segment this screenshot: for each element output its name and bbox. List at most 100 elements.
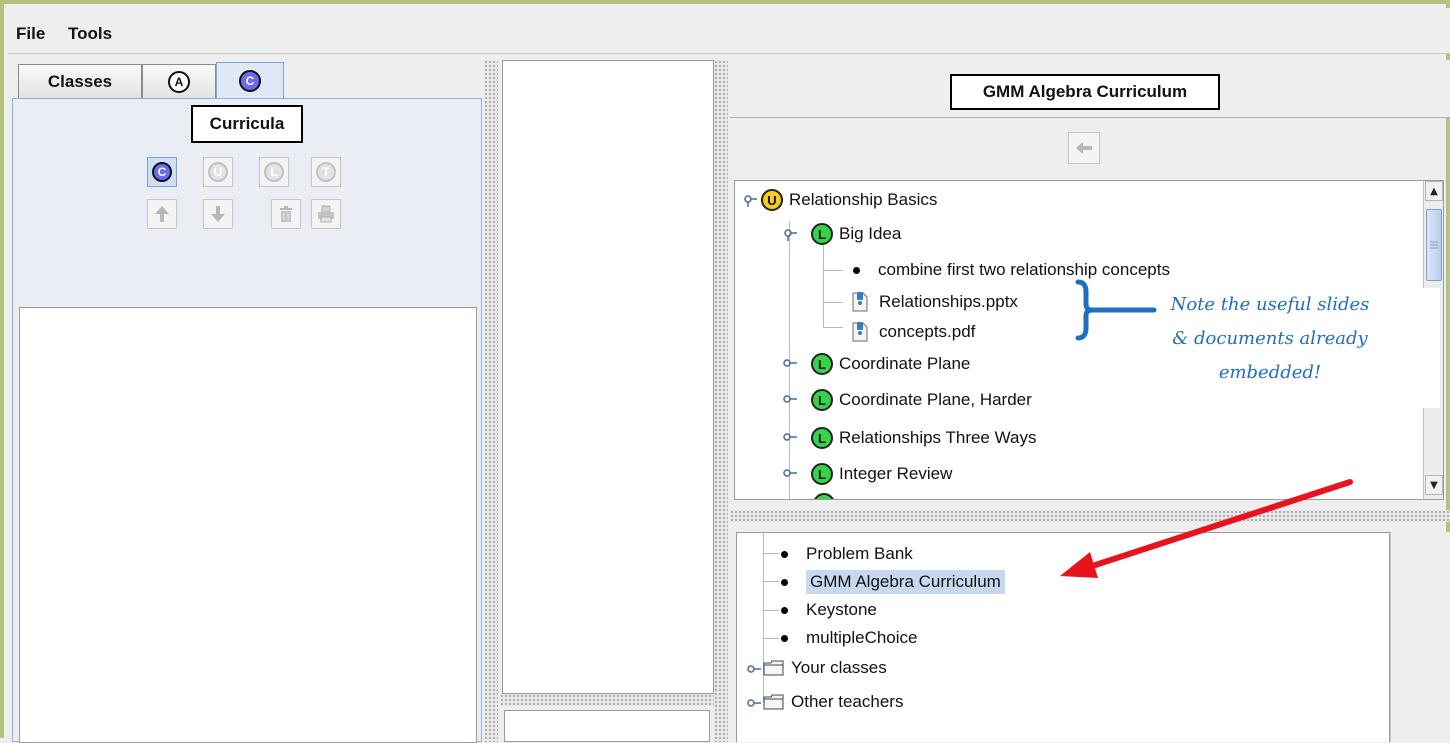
bullet-icon	[781, 550, 788, 558]
curriculum-name-title: GMM Algebra Curriculum	[950, 74, 1220, 110]
tab-a-label: A	[174, 74, 184, 89]
tree-toolbar	[732, 120, 1446, 180]
menu-tools[interactable]: Tools	[68, 24, 112, 44]
scroll-down-arrow-icon[interactable]: ▼	[1425, 475, 1443, 495]
tab-classes-label: Classes	[47, 71, 113, 91]
expanded-handle-icon[interactable]	[743, 195, 757, 207]
tree-node-label: Relationship Basics	[789, 190, 938, 209]
task-t-label: T	[322, 165, 330, 179]
tree-node-label: Big Idea	[839, 224, 902, 243]
lesson-l-icon: L	[264, 162, 284, 182]
folder-icon	[763, 694, 784, 710]
tree-node-file[interactable]: Relationships.pptx	[849, 289, 1018, 315]
collapsed-handle-icon[interactable]	[783, 467, 797, 479]
add-curriculum-button[interactable]: C	[147, 157, 177, 187]
scroll-up-arrow-icon[interactable]: ▲	[1425, 181, 1443, 201]
tree-node-label: Coordinate Plane	[839, 354, 971, 373]
partial-lesson-icon	[813, 493, 835, 499]
add-lesson-button[interactable]: L	[259, 157, 289, 187]
curriculum-name-text: GMM Algebra Curriculum	[982, 82, 1188, 101]
tree-node-lesson[interactable]: L Coordinate Plane, Harder	[811, 387, 1032, 413]
tree-node-label: Relationships.pptx	[879, 292, 1018, 311]
right-header: GMM Algebra Curriculum	[730, 60, 1450, 118]
tree-node-label: Integer Review	[839, 464, 953, 483]
middle-bottom-pane	[504, 710, 710, 742]
unit-u-icon: U	[208, 162, 228, 182]
red-arrow-annotation-icon	[1060, 479, 1353, 578]
tree-node-lesson[interactable]: L Relationships Three Ways	[811, 425, 1036, 451]
left-panel: Classes A C Curricula C U L T	[12, 56, 482, 743]
lesson-icon: L	[811, 463, 833, 485]
arrow-down-icon	[211, 206, 225, 222]
folder-icon	[763, 660, 784, 676]
move-down-button[interactable]	[203, 199, 233, 229]
middle-splitter[interactable]	[714, 60, 728, 742]
curriculum-item-label: Problem Bank	[806, 544, 913, 563]
trash-icon	[280, 206, 292, 222]
lesson-l-label: L	[270, 165, 278, 179]
tab-a[interactable]: A	[142, 64, 216, 98]
tab-c-label: C	[245, 73, 255, 88]
curriculum-item[interactable]: Keystone	[777, 597, 877, 623]
lesson-icon: L	[811, 353, 833, 375]
curricula-content-list[interactable]	[19, 307, 477, 743]
brace-annotation-icon	[1075, 279, 1157, 341]
tree-node-lesson[interactable]: L Integer Review	[811, 461, 952, 487]
folder-your-classes[interactable]: Your classes	[763, 655, 887, 681]
bullet-icon	[781, 606, 788, 614]
middle-content-pane	[502, 60, 714, 694]
scroll-thumb[interactable]	[1426, 209, 1442, 281]
lesson-icon: L	[811, 389, 833, 411]
add-task-button[interactable]: T	[311, 157, 341, 187]
curriculum-c-label: C	[157, 165, 167, 179]
tab-classes[interactable]: Classes	[18, 64, 142, 98]
document-icon	[852, 292, 868, 312]
collapsed-handle-icon[interactable]	[783, 431, 797, 443]
folder-label: Your classes	[791, 658, 887, 677]
curriculum-item[interactable]: Problem Bank	[777, 541, 913, 567]
collapsed-handle-icon[interactable]	[783, 393, 797, 405]
right-gutter	[1390, 532, 1450, 742]
tree-node-lesson[interactable]: L Coordinate Plane	[811, 351, 970, 377]
tree-guide-line	[823, 243, 824, 327]
curriculum-item-label: GMM Algebra Curriculum	[806, 570, 1005, 594]
curriculum-item-label: Keystone	[806, 600, 877, 619]
print-button[interactable]	[311, 199, 341, 229]
a-circle-icon: A	[168, 70, 190, 93]
delete-button[interactable]	[271, 199, 301, 229]
curriculum-item-selected[interactable]: GMM Algebra Curriculum	[777, 569, 1005, 595]
bullet-icon	[853, 266, 860, 274]
folder-label: Other teachers	[791, 692, 904, 711]
tree-node-label: combine first two relationship concepts	[878, 260, 1170, 279]
folder-other-teachers[interactable]: Other teachers	[763, 689, 903, 715]
tree-node-label: Coordinate Plane, Harder	[839, 390, 1032, 409]
document-icon	[852, 322, 868, 342]
curricula-tab-panel: Curricula C U L T	[12, 98, 482, 743]
curriculum-item[interactable]: multipleChoice	[777, 625, 918, 651]
menu-bar: File Tools	[8, 8, 1450, 54]
lesson-icon: L	[811, 223, 833, 245]
c-circle-icon: C	[239, 69, 261, 92]
collapsed-handle-icon[interactable]	[747, 663, 761, 675]
add-unit-button[interactable]: U	[203, 157, 233, 187]
unit-u-label: U	[213, 165, 223, 179]
tab-c[interactable]: C	[216, 62, 284, 98]
bullet-icon	[781, 578, 788, 586]
back-button[interactable]	[1068, 132, 1100, 164]
collapsed-handle-icon[interactable]	[783, 357, 797, 369]
unit-icon: U	[761, 189, 783, 211]
expanded-handle-icon[interactable]	[783, 229, 797, 241]
lesson-icon: L	[811, 427, 833, 449]
curricula-title-text: Curricula	[209, 114, 285, 133]
task-t-icon: T	[316, 162, 336, 182]
middle-horizontal-splitter[interactable]	[500, 694, 714, 706]
collapsed-handle-icon[interactable]	[747, 697, 761, 709]
tree-node-file[interactable]: concepts.pdf	[849, 319, 975, 345]
left-splitter[interactable]	[484, 60, 498, 742]
curriculum-c-icon: C	[152, 162, 172, 182]
menu-file[interactable]: File	[16, 24, 45, 44]
move-up-button[interactable]	[147, 199, 177, 229]
curriculum-item-label: multipleChoice	[806, 628, 918, 647]
tree-node-unit[interactable]: U Relationship Basics	[761, 187, 937, 213]
tree-node-lesson[interactable]: L Big Idea	[811, 221, 901, 247]
